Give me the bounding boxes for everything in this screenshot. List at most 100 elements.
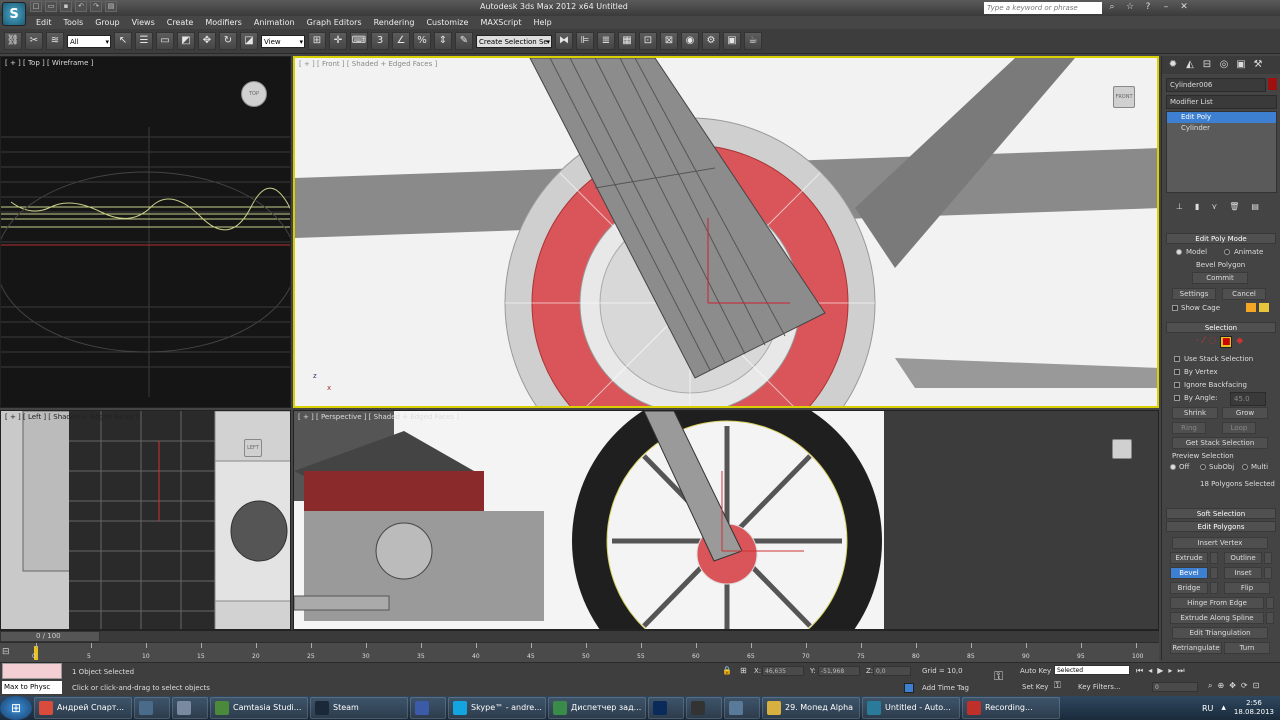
key-filters-button[interactable]: Key Filters... xyxy=(1078,683,1121,691)
extrude-button[interactable]: Extrude xyxy=(1170,552,1208,564)
key-icon[interactable]: ⚿ xyxy=(994,669,1003,684)
modifier-list-dropdown[interactable]: Modifier List xyxy=(1166,95,1277,109)
zoom-all-icon[interactable]: ⊕ xyxy=(1217,681,1224,691)
maxscript-mini-listener[interactable]: Max to Physc xyxy=(2,681,62,694)
current-frame-field[interactable]: 0 xyxy=(1152,682,1198,692)
undo-icon[interactable]: ↶ xyxy=(75,1,87,12)
polygon-level-icon[interactable]: ■ xyxy=(1220,336,1233,348)
select-by-name-icon[interactable]: ☰ xyxy=(135,32,153,50)
add-time-tag-button[interactable]: Add Time Tag xyxy=(922,684,969,692)
language-indicator[interactable]: RU xyxy=(1202,704,1213,713)
vertex-level-icon[interactable]: · xyxy=(1196,336,1199,348)
tray-arrow-icon[interactable]: ▴ xyxy=(1221,703,1226,713)
cage-color-swatch[interactable] xyxy=(1246,303,1256,312)
viewcube-perspective[interactable] xyxy=(1112,439,1132,459)
preview-multi-radio[interactable] xyxy=(1242,464,1248,470)
save-icon[interactable]: ▪ xyxy=(60,1,72,12)
bevel-button[interactable]: Bevel xyxy=(1170,567,1208,579)
hinge-from-edge-button[interactable]: Hinge From Edge xyxy=(1170,597,1264,609)
cage-selected-color-swatch[interactable] xyxy=(1259,303,1269,312)
use-stack-selection-checkbox[interactable] xyxy=(1174,356,1180,362)
open-icon[interactable]: ▭ xyxy=(45,1,57,12)
lock-selection-icon[interactable]: 🔒 xyxy=(722,666,732,675)
rotate-icon[interactable]: ↻ xyxy=(219,32,237,50)
stack-item-cylinder[interactable]: Cylinder xyxy=(1167,123,1276,134)
viewcube-top[interactable]: TOP xyxy=(241,81,267,107)
rendered-frame-icon[interactable]: ▣ xyxy=(723,32,741,50)
hierarchy-tab-icon[interactable]: ⊟ xyxy=(1200,58,1214,72)
rect-selection-icon[interactable]: ▭ xyxy=(156,32,174,50)
loop-button[interactable]: Loop xyxy=(1222,422,1256,434)
menu-tools[interactable]: Tools xyxy=(64,18,84,27)
get-stack-selection-button[interactable]: Get Stack Selection xyxy=(1172,437,1268,449)
start-button[interactable]: ⊞ xyxy=(0,696,32,720)
border-level-icon[interactable]: ◌ xyxy=(1208,336,1216,348)
outline-settings-button[interactable] xyxy=(1264,552,1272,564)
taskbar-item-chrome[interactable]: Андрей Спарт... xyxy=(34,697,132,719)
element-level-icon[interactable]: ◆ xyxy=(1236,336,1243,348)
taskbar-item-record[interactable]: Recording... xyxy=(962,697,1060,719)
taskbar-item-unity[interactable] xyxy=(686,697,722,719)
align-icon[interactable]: ⊫ xyxy=(576,32,594,50)
snaps-toggle-icon[interactable]: 3 xyxy=(371,32,389,50)
bind-spacewarp-icon[interactable]: ≋ xyxy=(46,32,64,50)
display-tab-icon[interactable]: ▣ xyxy=(1234,58,1248,72)
y-coordinate-field[interactable]: -51,968 xyxy=(818,666,860,676)
preview-off-radio[interactable] xyxy=(1170,464,1176,470)
viewport-front[interactable]: z x [ + ] [ Front ] [ Shaded + Edged Fac… xyxy=(293,56,1159,408)
pin-stack-icon[interactable]: ⊥ xyxy=(1176,202,1183,216)
grow-button[interactable]: Grow xyxy=(1222,407,1268,419)
material-editor-icon[interactable]: ◉ xyxy=(681,32,699,50)
taskbar-item-folder[interactable]: 29. Мопед Alpha xyxy=(762,697,860,719)
close-icon[interactable]: ✕ xyxy=(1178,1,1190,13)
edit-named-selection-icon[interactable]: ✎ xyxy=(455,32,473,50)
rollout-soft-selection[interactable]: Soft Selection xyxy=(1166,508,1276,519)
make-unique-icon[interactable]: ⋎ xyxy=(1211,202,1217,216)
preview-subobj-radio[interactable] xyxy=(1200,464,1206,470)
rollout-selection[interactable]: Selection xyxy=(1166,322,1276,333)
graphite-ribbon-icon[interactable]: ▦ xyxy=(618,32,636,50)
taskbar-item-notepad[interactable] xyxy=(172,697,208,719)
new-icon[interactable]: □ xyxy=(30,1,42,12)
menu-edit[interactable]: Edit xyxy=(36,18,52,27)
bridge-settings-button[interactable] xyxy=(1210,582,1218,594)
star-icon[interactable]: ☆ xyxy=(1124,1,1136,13)
z-coordinate-field[interactable]: 0,0 xyxy=(873,666,911,676)
extrude-settings-button[interactable] xyxy=(1210,552,1218,564)
configure-sets-icon[interactable]: ▤ xyxy=(1251,202,1259,216)
extrude-spline-settings-button[interactable] xyxy=(1266,612,1274,624)
viewport-label-top[interactable]: [ + ] [ Top ] [ Wireframe ] xyxy=(5,59,93,67)
percent-snap-icon[interactable]: % xyxy=(413,32,431,50)
menu-views[interactable]: Views xyxy=(132,18,155,27)
orbit-icon[interactable]: ⟳ xyxy=(1241,681,1248,691)
next-frame-icon[interactable]: ▸ xyxy=(1168,666,1172,676)
inset-button[interactable]: Inset xyxy=(1224,567,1262,579)
edge-level-icon[interactable]: ⁄ xyxy=(1203,336,1205,348)
viewport-label-left[interactable]: [ + ] [ Left ] [ Shaded + Edged Faces ] xyxy=(5,413,139,421)
edit-triangulation-button[interactable]: Edit Triangulation xyxy=(1172,627,1268,639)
track-bar[interactable]: ⊟ 0 5 10 15 20 25 30 35 40 45 50 55 60 65 70 75 80 85 90 95… xyxy=(0,642,1159,662)
menu-customize[interactable]: Customize xyxy=(426,18,468,27)
link-icon[interactable]: ⛓ xyxy=(4,32,22,50)
set-key-icon[interactable]: ⚿ xyxy=(1054,681,1068,693)
keyboard-shortcut-icon[interactable]: ⌨ xyxy=(350,32,368,50)
model-radio[interactable] xyxy=(1176,249,1182,255)
menu-create[interactable]: Create xyxy=(167,18,194,27)
turn-button[interactable]: Turn xyxy=(1224,642,1270,654)
taskbar-item-archive[interactable] xyxy=(410,697,446,719)
search-input[interactable]: Type a keyword or phrase xyxy=(984,2,1102,14)
taskbar-item-skype[interactable]: Skype™ - andre... xyxy=(448,697,546,719)
show-cage-checkbox[interactable] xyxy=(1172,305,1178,311)
inset-settings-button[interactable] xyxy=(1264,567,1272,579)
project-icon[interactable]: ▤ xyxy=(105,1,117,12)
menu-help[interactable]: Help xyxy=(534,18,552,27)
scale-icon[interactable]: ◪ xyxy=(240,32,258,50)
menu-maxscript[interactable]: MAXScript xyxy=(480,18,521,27)
hinge-settings-button[interactable] xyxy=(1266,597,1274,609)
rollout-edit-poly-mode[interactable]: Edit Poly Mode xyxy=(1166,233,1276,244)
object-color-swatch[interactable] xyxy=(1268,78,1277,90)
cancel-button[interactable]: Cancel xyxy=(1222,288,1266,300)
time-slider[interactable]: 0 / 100 xyxy=(0,630,1159,642)
angle-snap-icon[interactable]: ∠ xyxy=(392,32,410,50)
select-object-icon[interactable]: ↖ xyxy=(114,32,132,50)
